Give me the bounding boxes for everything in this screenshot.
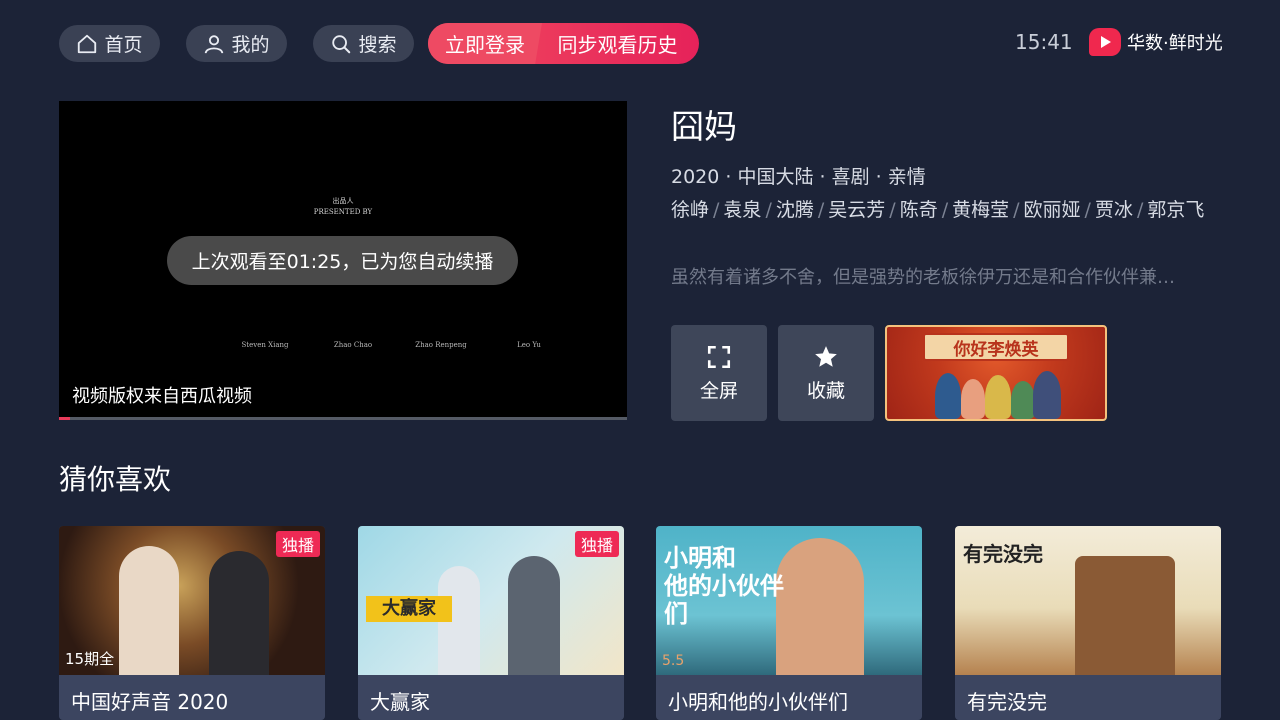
play-logo-icon bbox=[1089, 28, 1121, 56]
login-sync-button[interactable]: 立即登录 同步观看历史 bbox=[428, 23, 699, 64]
brand-name: 华数·鲜时光 bbox=[1127, 33, 1223, 54]
nav-search-label: 搜索 bbox=[358, 34, 397, 56]
cast-member: 吴云芳 bbox=[828, 199, 886, 221]
nav-mine-button[interactable]: 我的 bbox=[186, 25, 287, 62]
favorite-button[interactable]: 收藏 bbox=[778, 325, 874, 421]
cast-separator: / bbox=[1136, 199, 1144, 221]
favorite-label: 收藏 bbox=[806, 379, 845, 402]
cast-separator: / bbox=[1084, 199, 1091, 221]
home-icon bbox=[78, 34, 97, 53]
cast-member: 沈腾 bbox=[775, 199, 814, 221]
nav-mine-label: 我的 bbox=[231, 34, 270, 56]
cast-member: 袁泉 bbox=[723, 199, 762, 221]
cast-separator: / bbox=[765, 199, 772, 221]
exclusive-badge: 独播 bbox=[574, 531, 619, 557]
cast-member: 陈奇 bbox=[899, 199, 938, 221]
credit-names: Steven Xiang Zhao Chao Zhao Renpeng Leo … bbox=[239, 341, 555, 350]
credit-title-cn: 出品人 bbox=[332, 197, 354, 205]
cast-separator: / bbox=[1013, 199, 1020, 221]
recommend-card[interactable]: 小明和 他的小伙伴们 5.5 小明和他的小伙伴们 bbox=[656, 526, 922, 720]
card-thumbnail: 独播 15期全 bbox=[59, 526, 325, 675]
cast-separator: / bbox=[817, 199, 825, 221]
nav-home-button[interactable]: 首页 bbox=[59, 25, 160, 62]
progress-bar[interactable] bbox=[59, 417, 627, 420]
show-title: 囧妈 bbox=[671, 107, 737, 146]
cast-separator: / bbox=[889, 199, 896, 221]
exclusive-badge: 独播 bbox=[275, 531, 320, 557]
cast-member: 贾冰 bbox=[1094, 199, 1133, 221]
cast-member: 徐峥 bbox=[671, 199, 710, 221]
sync-history-label: 同步观看历史 bbox=[557, 33, 678, 57]
show-description[interactable]: 虽然有着诸多不舍，但是强势的老板徐伊万还是和合作伙伴兼… bbox=[671, 263, 1226, 289]
search-icon bbox=[332, 34, 351, 53]
recommend-card[interactable]: 独播 15期全 中国好声音 2020 bbox=[59, 526, 325, 720]
card-title: 有完没完 bbox=[955, 675, 1221, 720]
card-thumbnail: 有完没完 bbox=[955, 526, 1221, 675]
login-label: 立即登录 bbox=[428, 23, 542, 64]
fullscreen-label: 全屏 bbox=[699, 379, 738, 402]
credit-name: Zhao Chao bbox=[333, 341, 373, 349]
credit-name: Zhao Renpeng bbox=[415, 341, 467, 349]
show-meta: 2020 · 中国大陆 · 喜剧 · 亲情 bbox=[671, 166, 926, 188]
nav-search-button[interactable]: 搜索 bbox=[313, 25, 414, 62]
user-icon bbox=[205, 34, 224, 53]
recommend-card[interactable]: 大赢家 独播 大赢家 bbox=[358, 526, 624, 720]
cast-member: 郭京飞 bbox=[1147, 199, 1205, 221]
section-title-recommend: 猜你喜欢 bbox=[59, 463, 172, 496]
cast-member: 黄梅莹 bbox=[952, 199, 1010, 221]
star-icon bbox=[815, 345, 837, 367]
rating-score: 5.5 bbox=[662, 653, 685, 669]
recommend-card[interactable]: 有完没完 有完没完 bbox=[955, 526, 1221, 720]
clock: 15:41 bbox=[1015, 30, 1073, 54]
progress-fill bbox=[59, 417, 71, 420]
promo-title: 你好李焕英 bbox=[923, 333, 1069, 361]
cast-member: 欧丽娅 bbox=[1023, 199, 1081, 221]
resume-toast: 上次观看至01:25，已为您自动续播 bbox=[167, 236, 518, 285]
fullscreen-button[interactable]: 全屏 bbox=[671, 325, 767, 421]
credit-name: Leo Yu bbox=[517, 341, 541, 349]
copyright-notice: 视频版权来自西瓜视频 bbox=[72, 386, 252, 407]
credit-title-en: PRESENTED BY bbox=[313, 208, 373, 216]
nav-home-label: 首页 bbox=[104, 34, 143, 56]
video-player[interactable]: 出品人 PRESENTED BY Steven Xiang Zhao Chao … bbox=[59, 101, 627, 420]
promo-people-image bbox=[927, 363, 1067, 419]
card-title: 小明和他的小伙伴们 bbox=[656, 675, 922, 720]
card-title: 中国好声音 2020 bbox=[59, 675, 325, 720]
episode-caption: 15期全 bbox=[65, 650, 115, 668]
credit-name: Steven Xiang bbox=[241, 341, 289, 349]
cast-list: 徐峥 / 袁泉 / 沈腾 / 吴云芳 / 陈奇 / 黄梅莹 / 欧丽娅 / 贾冰 / 郭京飞 bbox=[671, 198, 1221, 222]
promo-poster[interactable]: 你好李焕英 bbox=[885, 325, 1107, 421]
card-thumbnail: 大赢家 独播 bbox=[358, 526, 624, 675]
card-thumbnail: 小明和 他的小伙伴们 5.5 bbox=[656, 526, 922, 675]
cast-separator: / bbox=[941, 199, 949, 221]
cast-separator: / bbox=[713, 199, 720, 221]
fullscreen-icon bbox=[707, 345, 731, 368]
brand-logo: 华数·鲜时光 bbox=[1089, 28, 1223, 56]
card-title: 大赢家 bbox=[358, 675, 624, 720]
